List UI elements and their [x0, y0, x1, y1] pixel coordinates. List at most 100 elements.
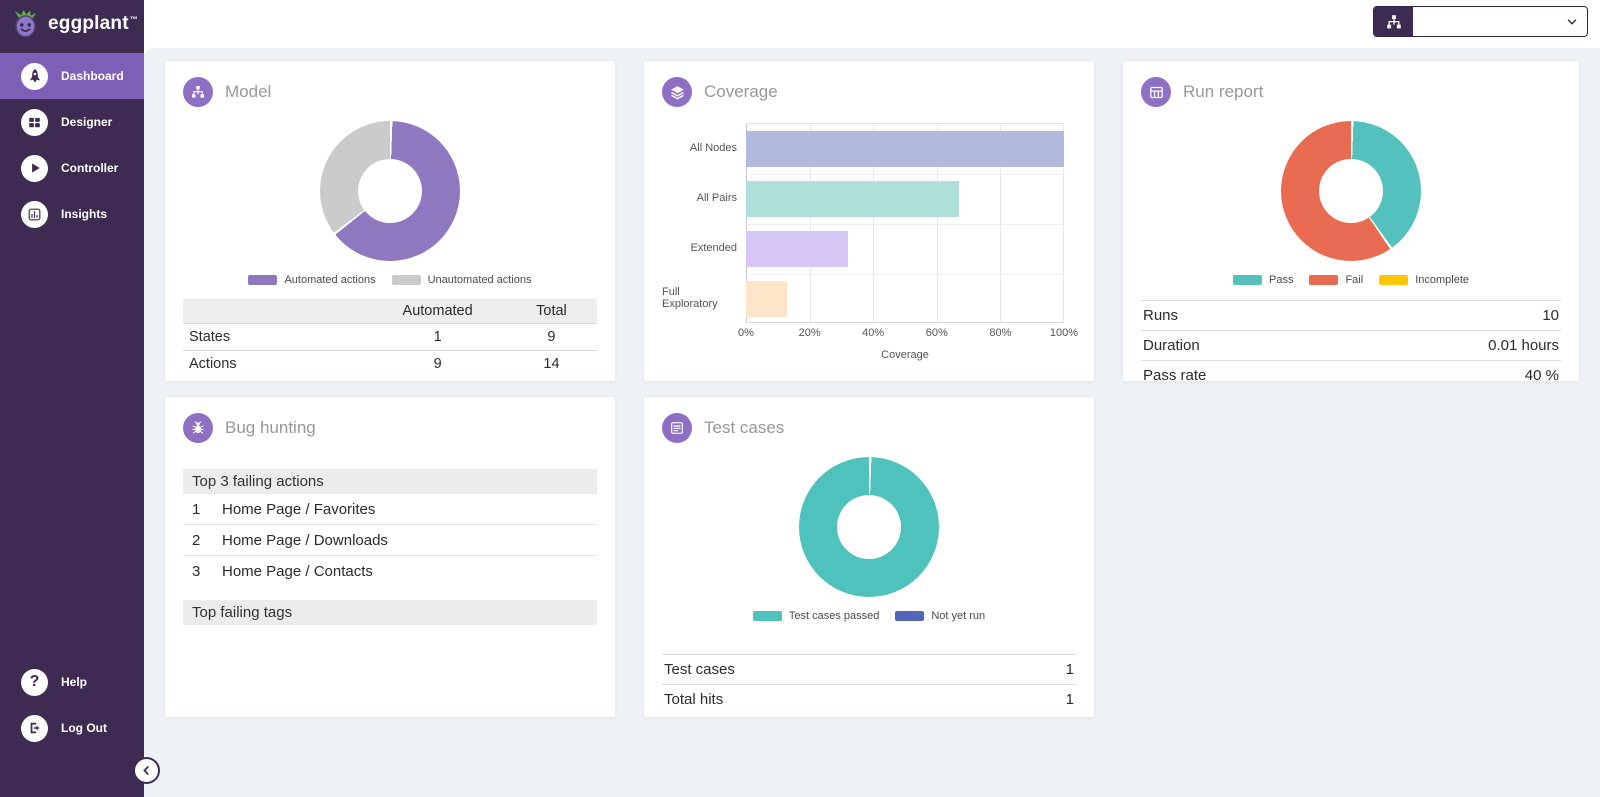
suite-selector-value: [1413, 7, 1557, 36]
rank: 1: [192, 501, 222, 518]
sidebar-item-insights[interactable]: Insights: [0, 191, 144, 237]
column-header: Total: [506, 299, 597, 324]
help-icon: ?: [21, 669, 48, 696]
stat-label: Total hits: [662, 685, 1017, 715]
failing-action-label: Home Page / Downloads: [222, 532, 388, 549]
model-table-header-row: Automated Total: [183, 299, 597, 324]
eggplant-mascot-icon: [11, 9, 41, 39]
sidebar-item-dashboard[interactable]: Dashboard: [0, 53, 144, 99]
designer-grid-icon: [21, 109, 48, 136]
coverage-y-axis-labels: All Nodes All Pairs Extended Full Explor…: [662, 123, 746, 323]
failing-action-row: 1 Home Page / Favorites: [183, 494, 597, 525]
cell-value: 9: [506, 324, 597, 351]
coverage-bars: [746, 124, 1064, 322]
failing-actions-header: Top 3 failing actions: [183, 469, 597, 494]
cell-value: 14: [506, 351, 597, 378]
sidebar-item-label: Designer: [61, 115, 112, 129]
logout-icon: [21, 715, 48, 742]
legend-item: Pass: [1233, 274, 1293, 286]
legend-item: Unautomated actions: [392, 274, 532, 286]
run-report-donut-chart: [1281, 121, 1421, 261]
axis-tick-label: All Pairs: [662, 173, 746, 223]
stat-label: Duration: [1141, 331, 1340, 361]
model-card: Model Automated actions Unautomated acti…: [164, 60, 616, 382]
failing-action-label: Home Page / Contacts: [222, 563, 373, 580]
test-cases-legend: Test cases passed Not yet run: [662, 610, 1076, 622]
legend-swatch: [392, 275, 421, 285]
controller-play-icon: [21, 155, 48, 182]
sidebar-item-label: Log Out: [61, 721, 107, 735]
stat-value: 1: [1017, 685, 1076, 715]
trademark: ™: [130, 15, 138, 24]
sidebar-item-label: Dashboard: [61, 69, 124, 83]
coverage-bar-extended: [746, 231, 848, 267]
rank: 2: [192, 532, 222, 549]
chevron-left-icon: [140, 764, 153, 777]
card-title: Run report: [1183, 82, 1263, 102]
axis-tick-label: 40%: [862, 327, 884, 339]
coverage-plot-area: [746, 123, 1064, 323]
coverage-x-axis-title: Coverage: [746, 349, 1064, 361]
bar-row: [746, 174, 1064, 224]
test-cases-card-header: Test cases: [662, 413, 1076, 443]
axis-tick-label: Full Exploratory: [662, 273, 746, 323]
legend-item: Incomplete: [1379, 274, 1469, 286]
sidebar-item-controller[interactable]: Controller: [0, 145, 144, 191]
card-title: Model: [225, 82, 271, 102]
topbar: [144, 0, 1600, 48]
test-cases-stats-table: Test cases 1 Total hits 1: [662, 654, 1076, 714]
model-legend: Automated actions Unautomated actions: [183, 274, 597, 286]
row-label: States: [183, 324, 369, 351]
coverage-bar-chart: All Nodes All Pairs Extended Full Explor…: [662, 123, 1076, 323]
sidebar-item-label: Controller: [61, 161, 118, 175]
axis-tick-label: 0%: [738, 327, 754, 339]
row-label: Actions: [183, 351, 369, 378]
sidebar-item-label: Help: [61, 675, 87, 689]
sidebar-collapse-button[interactable]: [133, 757, 160, 784]
legend-item: Automated actions: [248, 274, 375, 286]
card-title: Bug hunting: [225, 418, 316, 438]
layers-icon: [662, 77, 692, 107]
main-area: Model Automated actions Unautomated acti…: [144, 0, 1600, 797]
stat-value: 1: [1017, 655, 1076, 685]
sidebar-item-logout[interactable]: Log Out: [0, 705, 144, 751]
brand-logo: eggplant™: [0, 0, 144, 48]
legend-item: Test cases passed: [753, 610, 880, 622]
run-report-card: Run report Pass Fail: [1122, 60, 1580, 382]
legend-swatch: [895, 611, 924, 621]
sidebar-item-help[interactable]: ? Help: [0, 659, 144, 705]
legend-label: Unautomated actions: [428, 274, 532, 286]
legend-swatch: [1309, 275, 1338, 285]
suite-selector-dropdown[interactable]: [1373, 6, 1588, 37]
coverage-bar-all-pairs: [746, 181, 959, 217]
stat-label: Test cases: [662, 655, 1017, 685]
test-cases-donut-chart: [799, 457, 939, 597]
brand-name: eggplant™: [48, 13, 138, 35]
stat-row: Total hits 1: [662, 685, 1076, 715]
sidebar: eggplant™ Dashboard: [0, 0, 144, 797]
bar-row: [746, 274, 1064, 324]
bug-hunting-card-header: Bug hunting: [183, 413, 597, 443]
sidebar-item-designer[interactable]: Designer: [0, 99, 144, 145]
cards-row-2: Bug hunting Top 3 failing actions 1 Home…: [164, 396, 1580, 718]
cards-row-1: Model Automated actions Unautomated acti…: [164, 60, 1580, 382]
legend-label: Incomplete: [1415, 274, 1469, 286]
legend-label: Automated actions: [284, 274, 375, 286]
stat-value: 40 %: [1340, 361, 1561, 391]
coverage-card-header: Coverage: [662, 77, 1076, 107]
bar-row: [746, 124, 1064, 174]
legend-label: Test cases passed: [789, 610, 880, 622]
legend-swatch: [753, 611, 782, 621]
legend-swatch: [248, 275, 277, 285]
legend-label: Not yet run: [931, 610, 985, 622]
coverage-bar-full-exploratory: [746, 281, 787, 317]
legend-label: Fail: [1345, 274, 1363, 286]
model-tree-icon: [1374, 7, 1413, 36]
dashboard-content: Model Automated actions Unautomated acti…: [144, 48, 1600, 797]
column-header: Automated: [369, 299, 506, 324]
run-report-stats-table: Runs 10 Duration 0.01 hours Pass rate 40…: [1141, 300, 1561, 390]
axis-tick-label: 60%: [926, 327, 948, 339]
legend-swatch: [1379, 275, 1408, 285]
axis-tick-label: All Nodes: [662, 123, 746, 173]
model-card-header: Model: [183, 77, 597, 107]
